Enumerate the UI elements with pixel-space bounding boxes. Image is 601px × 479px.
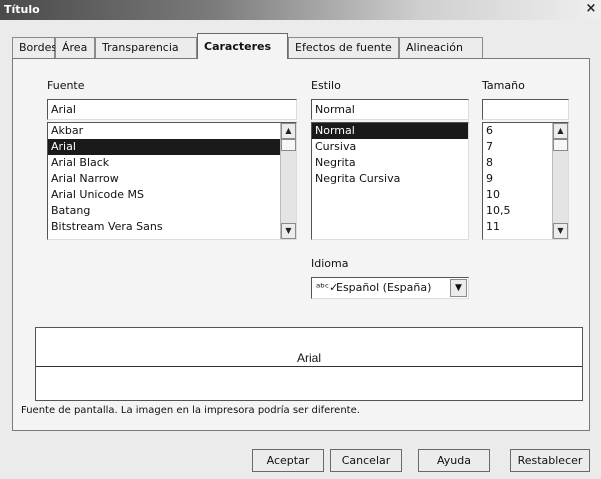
list-item[interactable]: Arial Unicode MS [48,187,296,203]
scroll-thumb[interactable] [281,139,296,151]
scroll-up-icon[interactable]: ▲ [553,123,568,139]
list-item[interactable]: Batang [48,203,296,219]
font-input[interactable]: Arial [47,99,297,120]
font-list[interactable]: Akbar Arial Arial Black Arial Narrow Ari… [47,122,297,240]
tab-caracteres[interactable]: Caracteres [197,33,288,59]
list-item[interactable]: Bitstream Vera Sans [48,219,296,235]
chevron-down-icon[interactable]: ▼ [450,279,467,297]
cancel-button[interactable]: Cancelar [330,449,402,472]
list-item[interactable]: Negrita Cursiva [312,171,468,187]
spellcheck-icon: ᵃᵇᶜ✓ [316,281,339,294]
list-item[interactable]: Akbar [48,123,296,139]
scroll-up-icon[interactable]: ▲ [281,123,296,139]
list-item[interactable]: Arial Black [48,155,296,171]
list-item-selected[interactable]: Arial [48,139,296,155]
language-label: Idioma [311,257,349,270]
size-list-scrollbar[interactable]: ▲ ▼ [552,123,568,239]
style-input[interactable]: Normal [311,99,469,120]
ok-button[interactable]: Aceptar [252,449,324,472]
reset-button[interactable]: Restablecer [510,449,590,472]
dialog-window: Título × Bordes Área Transparencia Carac… [0,0,601,479]
tab-bordes[interactable]: Bordes [12,37,57,58]
tab-page-caracteres: Fuente Arial Akbar Arial Arial Black Ari… [12,58,590,431]
tab-area[interactable]: Área [55,37,95,58]
help-button[interactable]: Ayuda [418,449,490,472]
font-label: Fuente [47,79,85,92]
style-list[interactable]: Normal Cursiva Negrita Negrita Cursiva [311,122,469,240]
screen-font-note: Fuente de pantalla. La imagen en la impr… [21,405,360,416]
tab-efectos-de-fuente[interactable]: Efectos de fuente [288,37,399,58]
language-select[interactable]: ᵃᵇᶜ✓ Español (España) ▼ [311,277,469,299]
scroll-thumb[interactable] [553,139,568,151]
tab-alineacion[interactable]: Alineación [399,37,483,58]
style-label: Estilo [311,79,341,92]
size-list[interactable]: 6 7 8 9 10 10,5 11 ▲ ▼ [482,122,569,240]
scroll-down-icon[interactable]: ▼ [553,223,568,239]
preview-text: Arial [296,351,321,365]
dialog-buttons: Aceptar Cancelar Ayuda Restablecer [0,449,601,473]
tab-transparencia[interactable]: Transparencia [95,37,197,58]
font-list-scrollbar[interactable]: ▲ ▼ [280,123,296,239]
close-icon[interactable]: × [584,2,598,17]
size-label: Tamaño [482,79,525,92]
list-item[interactable]: Negrita [312,155,468,171]
language-value: Español (España) [336,281,432,294]
list-item[interactable]: Cursiva [312,139,468,155]
scroll-down-icon[interactable]: ▼ [281,223,296,239]
list-item-selected[interactable]: Normal [312,123,468,139]
window-title: Título [4,3,40,16]
font-preview: Arial [35,327,583,401]
title-bar[interactable]: Título × [0,0,601,20]
preview-baseline [36,366,582,367]
size-input[interactable] [482,99,569,120]
list-item[interactable]: Arial Narrow [48,171,296,187]
